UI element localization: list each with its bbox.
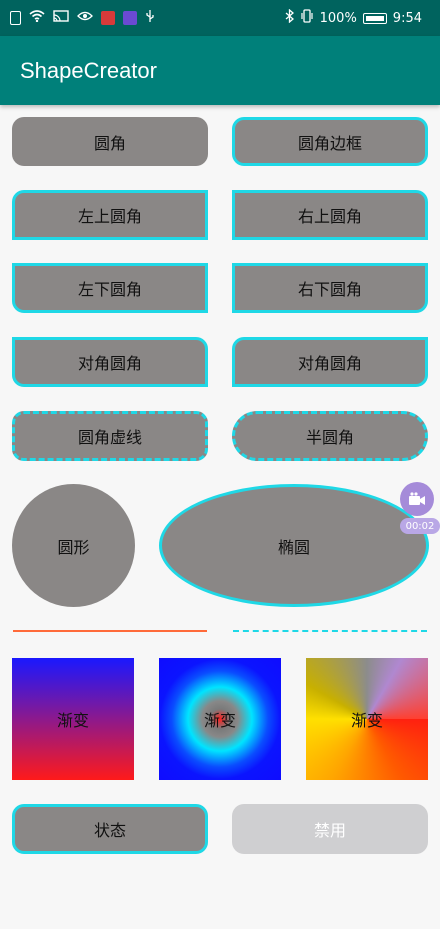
mic-notification-icon	[101, 11, 115, 25]
floating-recorder[interactable]: 00:02	[400, 482, 440, 540]
vibrate-icon	[300, 9, 314, 27]
bluetooth-icon	[285, 8, 294, 27]
diagonal-rounded-shape-2[interactable]: 对角圆角	[232, 337, 428, 387]
linear-gradient-shape[interactable]: 渐变	[12, 658, 134, 780]
semicircle-shape[interactable]: 半圆角	[232, 411, 428, 461]
linear-gradient-label: 渐变	[56, 711, 89, 730]
rounded-label: 圆角	[93, 133, 126, 153]
rounded-border-shape[interactable]: 圆角边框	[232, 117, 428, 166]
ellipse-shape[interactable]: 椭圆	[159, 484, 429, 607]
app-title: ShapeCreator	[20, 58, 157, 83]
rounded-border-label: 圆角边框	[297, 133, 362, 153]
battery-percent: 100%	[319, 10, 357, 26]
usb-icon	[145, 9, 155, 27]
cast-icon	[53, 10, 69, 26]
state-button-label: 状态	[93, 821, 126, 840]
status-bar: 100% 9:54	[0, 0, 440, 36]
dashed-rounded-shape[interactable]: 圆角虚线	[12, 411, 208, 461]
semicircle-label: 半圆角	[305, 428, 354, 447]
disabled-button[interactable]: 禁用	[232, 804, 428, 854]
video-notification-icon	[123, 11, 137, 25]
bottom-right-rounded-shape[interactable]: 右下圆角	[232, 263, 428, 313]
camera-icon[interactable]	[400, 482, 434, 516]
diagonal-label-2: 对角圆角	[297, 354, 362, 373]
diagonal-rounded-shape-1[interactable]: 对角圆角	[12, 337, 208, 387]
bottom-left-label: 左下圆角	[77, 280, 142, 299]
top-left-label: 左上圆角	[77, 207, 142, 226]
battery-icon	[362, 12, 387, 24]
circle-shape[interactable]: 圆形	[12, 484, 135, 607]
sim-icon	[10, 11, 21, 25]
top-left-rounded-shape[interactable]: 左上圆角	[12, 190, 208, 240]
sweep-gradient-label: 渐变	[350, 711, 383, 730]
wifi-icon	[29, 10, 45, 26]
state-button[interactable]: 状态	[12, 804, 208, 854]
dashed-rounded-label: 圆角虚线	[77, 428, 142, 447]
solid-line	[13, 630, 207, 632]
clock: 9:54	[392, 10, 422, 26]
top-right-rounded-shape[interactable]: 右上圆角	[232, 190, 428, 240]
dashed-line	[233, 630, 427, 632]
radial-gradient-label: 渐变	[203, 711, 236, 730]
recording-time: 00:02	[400, 518, 440, 534]
disabled-button-label: 禁用	[313, 821, 346, 840]
app-bar: ShapeCreator	[0, 36, 440, 105]
sweep-gradient-shape[interactable]: 渐变	[306, 658, 428, 780]
ellipse-label: 椭圆	[277, 537, 310, 557]
circle-label: 圆形	[57, 537, 90, 557]
bottom-left-rounded-shape[interactable]: 左下圆角	[12, 263, 208, 313]
bottom-right-label: 右下圆角	[297, 280, 362, 299]
rounded-shape[interactable]: 圆角	[12, 117, 208, 166]
eye-icon	[77, 10, 93, 26]
radial-gradient-shape[interactable]: 渐变	[159, 658, 281, 780]
diagonal-label-1: 对角圆角	[77, 354, 142, 373]
top-right-label: 右上圆角	[297, 207, 362, 226]
